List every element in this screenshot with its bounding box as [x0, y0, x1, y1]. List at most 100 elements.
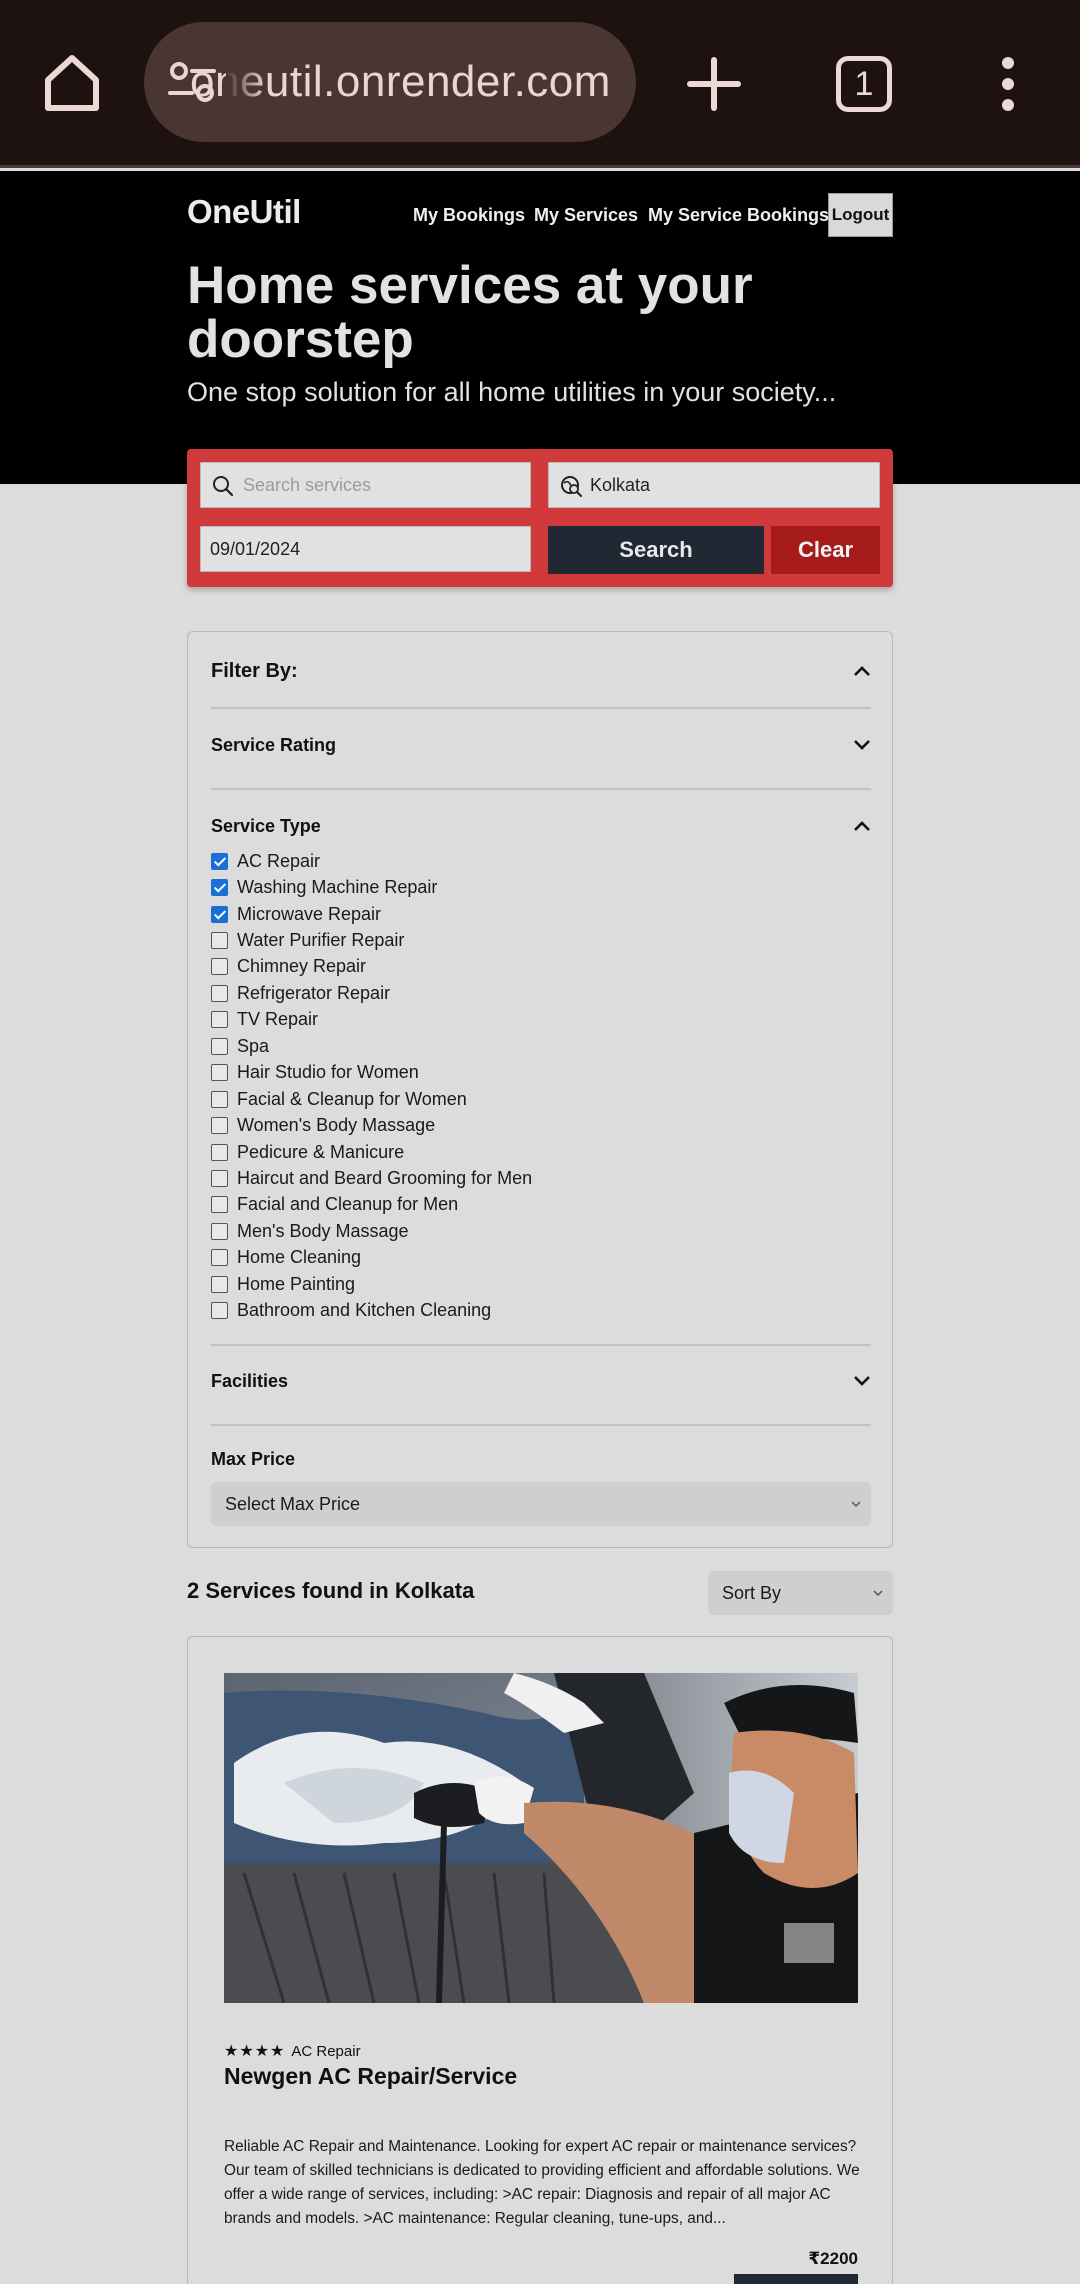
- service-card[interactable]: ★★★★ AC Repair Newgen AC Repair/Service …: [187, 1636, 893, 2284]
- service-type-option-label: Haircut and Beard Grooming for Men: [237, 1167, 533, 1188]
- service-type-option[interactable]: Men's Body Massage: [211, 1218, 532, 1244]
- filter-header[interactable]: Filter By:: [211, 657, 871, 685]
- max-price-label: Max Price: [211, 1449, 296, 1469]
- service-type-option[interactable]: Home Cleaning: [211, 1245, 532, 1271]
- star-rating-icon: ★★★★: [224, 2043, 286, 2060]
- checkbox-icon[interactable]: [211, 932, 228, 950]
- location-value: Kolkata: [590, 475, 651, 495]
- checkbox-icon[interactable]: [211, 1302, 228, 1320]
- chevron-up-icon[interactable]: [853, 665, 871, 677]
- service-type-header[interactable]: Service Type: [211, 813, 871, 839]
- service-type-option-label: Hair Studio for Women: [237, 1062, 419, 1083]
- checkbox-icon[interactable]: [211, 1249, 228, 1267]
- checkbox-icon[interactable]: [211, 1143, 228, 1161]
- service-type-option-label: Bathroom and Kitchen Cleaning: [237, 1300, 492, 1321]
- hero-header: OneUtil My Bookings My Services My Servi…: [0, 171, 1080, 484]
- checkbox-icon[interactable]: [211, 1064, 228, 1082]
- location-input[interactable]: Kolkata: [548, 462, 880, 508]
- service-type-option[interactable]: AC Repair: [211, 848, 532, 874]
- service-type-option-label: Home Cleaning: [237, 1247, 362, 1268]
- service-type-option[interactable]: Pedicure & Manicure: [211, 1139, 532, 1165]
- search-panel: Search services Kolkata 09/01/2024 Searc…: [187, 449, 893, 587]
- service-type-option-label: Women's Body Massage: [237, 1115, 436, 1136]
- divider: [211, 1424, 871, 1426]
- service-type-option[interactable]: Bathroom and Kitchen Cleaning: [211, 1297, 532, 1323]
- hero-title: Home services at your doorstep: [187, 256, 753, 369]
- checkbox-icon[interactable]: [211, 1011, 228, 1029]
- facilities-header[interactable]: Facilities: [211, 1368, 871, 1394]
- date-input[interactable]: 09/01/2024: [200, 526, 531, 572]
- max-price-select-value: Select Max Price: [225, 1494, 361, 1514]
- service-type-option-label: Water Purifier Repair: [237, 930, 405, 951]
- chevron-up-icon[interactable]: [853, 820, 871, 832]
- address-bar[interactable]: oneutil.onrender.com: [144, 22, 636, 142]
- service-rating-label: Service Rating: [211, 735, 337, 755]
- service-type-option[interactable]: Home Painting: [211, 1271, 532, 1297]
- checkbox-icon[interactable]: [211, 1037, 228, 1055]
- checkbox-icon[interactable]: [211, 1117, 228, 1135]
- service-type-label: Service Type: [211, 816, 321, 836]
- url-fade: [226, 22, 266, 142]
- service-type-option[interactable]: Women's Body Massage: [211, 1112, 532, 1138]
- search-icon: [213, 476, 234, 497]
- checkbox-icon[interactable]: [211, 984, 228, 1002]
- nav-my-bookings[interactable]: My Bookings: [413, 193, 525, 237]
- checkbox-icon[interactable]: [211, 1222, 228, 1240]
- service-type-option[interactable]: Microwave Repair: [211, 901, 532, 927]
- service-type-option[interactable]: Refrigerator Repair: [211, 980, 532, 1006]
- chevron-down-icon[interactable]: [853, 1375, 871, 1387]
- checkbox-icon[interactable]: [211, 1196, 228, 1214]
- chevron-down-icon: [873, 1590, 883, 1597]
- logout-button[interactable]: Logout: [828, 193, 893, 237]
- facilities-label: Facilities: [211, 1371, 289, 1391]
- more-menu-icon[interactable]: [1000, 56, 1016, 112]
- service-type-option[interactable]: Haircut and Beard Grooming for Men: [211, 1165, 532, 1191]
- checkbox-checked-icon[interactable]: [211, 852, 228, 870]
- service-type-option[interactable]: Spa: [211, 1033, 532, 1059]
- divider: [211, 707, 871, 709]
- service-type-option[interactable]: Water Purifier Repair: [211, 927, 532, 953]
- service-type-option[interactable]: Facial & Cleanup for Women: [211, 1086, 532, 1112]
- divider: [211, 1344, 871, 1346]
- nav-my-services[interactable]: My Services: [534, 193, 638, 237]
- max-price-select[interactable]: Select Max Price: [211, 1482, 871, 1526]
- clear-button[interactable]: Clear: [771, 526, 880, 574]
- checkbox-icon[interactable]: [211, 1169, 228, 1187]
- service-type-option-label: Facial and Cleanup for Men: [237, 1194, 459, 1215]
- service-rating-header[interactable]: Service Rating: [211, 732, 871, 758]
- service-type-option-label: Facial & Cleanup for Women: [237, 1088, 467, 1109]
- checkbox-checked-icon[interactable]: [211, 879, 228, 897]
- service-type-option-label: Microwave Repair: [237, 903, 382, 924]
- home-icon[interactable]: [40, 50, 104, 114]
- checkbox-icon[interactable]: [211, 958, 228, 976]
- search-input[interactable]: Search services: [200, 462, 531, 508]
- service-type-option-label: Chimney Repair: [237, 956, 367, 977]
- service-type-option[interactable]: Chimney Repair: [211, 954, 532, 980]
- service-type-option-label: AC Repair: [237, 850, 321, 871]
- chevron-down-icon[interactable]: [853, 739, 871, 751]
- tab-switcher-icon[interactable]: 1: [836, 56, 892, 112]
- service-type-option[interactable]: Hair Studio for Women: [211, 1060, 532, 1086]
- new-tab-icon[interactable]: [686, 56, 742, 112]
- sort-select-value: Sort By: [722, 1583, 782, 1603]
- service-type-option[interactable]: TV Repair: [211, 1007, 532, 1033]
- browser-toolbar: oneutil.onrender.com 1: [0, 0, 1080, 168]
- search-placeholder: Search services: [243, 475, 372, 495]
- book-button[interactable]: [734, 2274, 858, 2284]
- brand-logo[interactable]: OneUtil: [187, 193, 301, 231]
- checkbox-icon[interactable]: [211, 1275, 228, 1293]
- service-image[interactable]: [224, 1673, 858, 2003]
- service-type-option-label: TV Repair: [237, 1009, 319, 1030]
- service-type-option[interactable]: Washing Machine Repair: [211, 874, 532, 900]
- filter-panel: Filter By: Service Rating Service Type A…: [187, 631, 893, 1548]
- service-title[interactable]: Newgen AC Repair/Service: [224, 2063, 517, 2090]
- checkbox-icon[interactable]: [211, 1090, 228, 1108]
- search-button[interactable]: Search: [548, 526, 764, 574]
- checkbox-checked-icon[interactable]: [211, 905, 228, 923]
- service-type-option-label: Spa: [237, 1035, 270, 1056]
- service-type-option[interactable]: Facial and Cleanup for Men: [211, 1192, 532, 1218]
- nav-my-service-bookings[interactable]: My Service Bookings: [648, 193, 829, 237]
- chevron-down-icon: [851, 1501, 861, 1508]
- service-rating: ★★★★ AC Repair: [224, 2041, 361, 2061]
- sort-select[interactable]: Sort By: [708, 1571, 893, 1615]
